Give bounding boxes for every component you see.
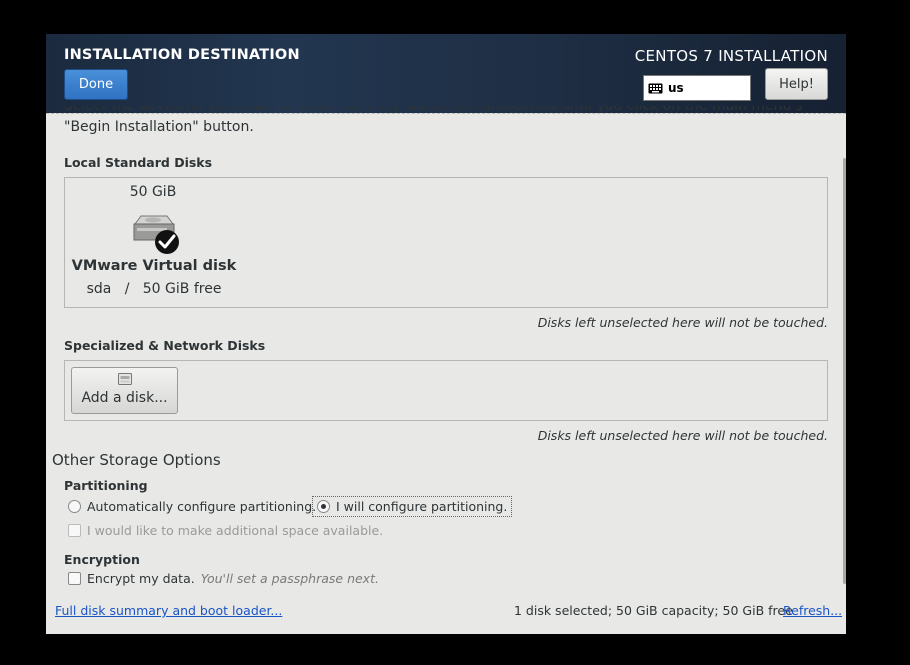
keyboard-layout-label: us bbox=[668, 81, 684, 95]
intro-text: Select the device(s) you'd like to insta… bbox=[64, 106, 824, 138]
help-button[interactable]: Help! bbox=[765, 68, 828, 100]
done-button[interactable]: Done bbox=[64, 69, 128, 100]
header-bar: INSTALLATION DESTINATION Done CENTOS 7 I… bbox=[46, 34, 846, 113]
specialized-disks-label: Specialized & Network Disks bbox=[64, 338, 266, 353]
encryption-label: Encryption bbox=[64, 552, 140, 567]
local-disks-panel: 50 GiB VMware Virtual disk sda / 50 GiB … bbox=[64, 177, 828, 308]
refresh-link[interactable]: Refresh... bbox=[783, 603, 842, 618]
keyboard-layout-indicator[interactable]: us bbox=[643, 75, 751, 101]
additional-space-checkbox bbox=[68, 524, 81, 537]
disk-device: sda bbox=[86, 281, 112, 297]
manual-partitioning-label: I will configure partitioning. bbox=[336, 499, 508, 514]
manual-partitioning-option[interactable]: I will configure partitioning. bbox=[312, 496, 513, 517]
disk-add-icon bbox=[118, 373, 132, 385]
local-disks-note: Disks left unselected here will not be t… bbox=[537, 315, 828, 330]
specialized-disks-panel: Add a disk... bbox=[64, 360, 828, 421]
encrypt-hint: You'll set a passphrase next. bbox=[200, 571, 379, 586]
disk-summary-link[interactable]: Full disk summary and boot loader... bbox=[55, 603, 282, 618]
disk-free-space: 50 GiB free bbox=[142, 281, 222, 297]
additional-space-label: I would like to make additional space av… bbox=[87, 523, 384, 538]
partitioning-label: Partitioning bbox=[64, 478, 148, 493]
disk-separator: / bbox=[124, 281, 130, 297]
disk-sda[interactable]: 50 GiB VMware Virtual disk sda / 50 GiB … bbox=[69, 178, 239, 306]
add-disk-label: Add a disk... bbox=[81, 390, 168, 406]
intro-line-2: "Begin Installation" button. bbox=[64, 119, 254, 135]
specialized-disks-note: Disks left unselected here will not be t… bbox=[537, 428, 828, 443]
auto-partitioning-label: Automatically configure partitioning. bbox=[87, 499, 317, 514]
encrypt-label: Encrypt my data. bbox=[87, 571, 195, 586]
add-disk-button[interactable]: Add a disk... bbox=[71, 367, 178, 414]
local-disks-label: Local Standard Disks bbox=[64, 155, 213, 170]
manual-partitioning-radio[interactable] bbox=[317, 500, 330, 513]
header-divider bbox=[46, 113, 846, 116]
disk-name: VMware Virtual disk bbox=[71, 258, 237, 274]
disk-device-free: sda / 50 GiB free bbox=[69, 281, 239, 297]
page-title: INSTALLATION DESTINATION bbox=[64, 47, 300, 63]
product-title: CENTOS 7 INSTALLATION bbox=[634, 47, 828, 65]
disk-status-summary: 1 disk selected; 50 GiB capacity; 50 GiB… bbox=[514, 603, 793, 618]
encrypt-option[interactable]: Encrypt my data. You'll set a passphrase… bbox=[68, 571, 379, 586]
scrollbar[interactable] bbox=[843, 158, 846, 584]
hard-disk-selected-icon bbox=[133, 215, 179, 254]
keyboard-icon bbox=[648, 83, 663, 93]
auto-partitioning-radio[interactable] bbox=[68, 500, 81, 513]
installer-window: INSTALLATION DESTINATION Done CENTOS 7 I… bbox=[46, 34, 846, 634]
disk-size: 50 GiB bbox=[129, 184, 177, 200]
encrypt-checkbox[interactable] bbox=[68, 572, 81, 585]
additional-space-option: I would like to make additional space av… bbox=[68, 523, 383, 538]
other-storage-title: Other Storage Options bbox=[52, 451, 221, 469]
auto-partitioning-option[interactable]: Automatically configure partitioning. bbox=[68, 499, 316, 514]
